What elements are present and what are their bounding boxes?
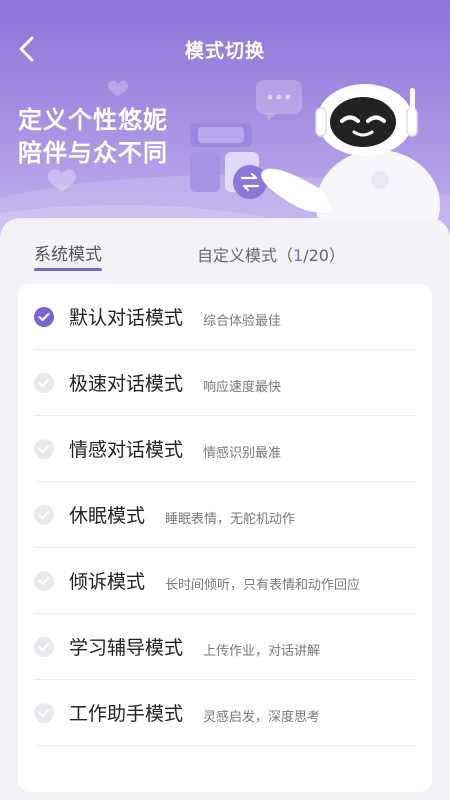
tab-custom-total: 20	[308, 246, 329, 265]
mode-tabs: 系统模式 自定义模式（1/20）	[0, 218, 450, 280]
mode-name: 工作助手模式	[69, 703, 184, 725]
mode-name: 学习辅导模式	[69, 637, 184, 659]
mode-name: 极速对话模式	[69, 373, 184, 395]
banner-slogan: 定义个性悠妮 陪伴与众不同	[18, 104, 168, 170]
mode-item-tutor[interactable]: 学习辅导模式 上传作业，对话讲解	[34, 614, 416, 680]
mode-desc: 情感识别最准	[203, 445, 282, 461]
mode-name: 默认对话模式	[69, 307, 184, 329]
check-icon	[34, 504, 54, 525]
check-icon	[34, 306, 54, 327]
check-icon	[34, 570, 54, 591]
mode-list-card: 默认对话模式 综合体验最佳 极速对话模式 响应速度最快 情感对话模式 情感识别最…	[18, 284, 432, 792]
mode-list: 默认对话模式 综合体验最佳 极速对话模式 响应速度最快 情感对话模式 情感识别最…	[34, 284, 416, 746]
tab-system-modes[interactable]: 系统模式	[34, 240, 102, 271]
tab-system-label: 系统模式	[34, 245, 102, 265]
mode-item-default[interactable]: 默认对话模式 综合体验最佳	[34, 284, 416, 350]
header-banner: 模式切换 定义个性悠妮 陪伴与众不同	[0, 0, 450, 250]
mode-desc: 长时间倾听，只有表情和动作回应	[165, 577, 361, 593]
check-icon	[34, 438, 54, 459]
tab-custom-open: （	[277, 246, 294, 265]
mode-item-work[interactable]: 工作助手模式 灵感启发，深度思考	[34, 680, 416, 746]
mode-item-fast[interactable]: 极速对话模式 响应速度最快	[34, 350, 416, 416]
check-icon	[34, 636, 54, 657]
check-icon	[34, 702, 54, 723]
mode-desc: 响应速度最快	[203, 379, 282, 395]
page-title: 模式切换	[184, 40, 265, 62]
mode-name: 情感对话模式	[69, 439, 184, 461]
tab-custom-count: 1	[293, 246, 304, 265]
slogan-line-2: 陪伴与众不同	[18, 139, 168, 167]
check-icon	[34, 372, 54, 393]
tab-custom-label: 自定义模式	[197, 246, 278, 265]
content-panel: 系统模式 自定义模式（1/20） 默认对话模式 综合体验最佳 极速对话模式 响应…	[0, 218, 450, 800]
mode-desc: 灵感启发，深度思考	[203, 709, 321, 725]
top-bar: 模式切换	[0, 22, 450, 78]
mode-desc: 综合体验最佳	[203, 313, 282, 329]
mode-desc: 睡眠表情，无舵机动作	[165, 511, 296, 527]
mode-name: 倾诉模式	[69, 571, 146, 593]
active-tab-indicator	[34, 268, 102, 271]
mode-item-listen[interactable]: 倾诉模式 长时间倾听，只有表情和动作回应	[34, 548, 416, 614]
mode-desc: 上传作业，对话讲解	[203, 643, 321, 659]
mode-item-sleep[interactable]: 休眠模式 睡眠表情，无舵机动作	[34, 482, 416, 548]
mode-item-emotion[interactable]: 情感对话模式 情感识别最准	[34, 416, 416, 482]
tab-custom-modes[interactable]: 自定义模式（1/20）	[197, 242, 345, 266]
mode-name: 休眠模式	[69, 505, 146, 527]
tab-custom-close: ）	[328, 246, 345, 265]
slogan-line-1: 定义个性悠妮	[18, 106, 168, 134]
